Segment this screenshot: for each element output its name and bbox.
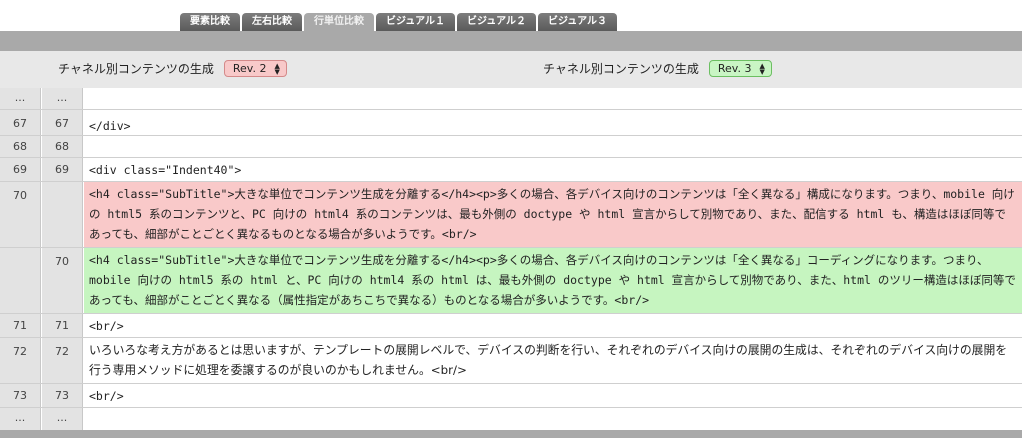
right-line-number: 72 [42, 338, 83, 383]
diff-row-removed: 70 <h4 class="SubTitle">大きな単位でコンテンツ生成を分離… [0, 182, 1022, 248]
left-line-number: ... [0, 88, 41, 109]
tab-visual-3[interactable]: ビジュアル３ [538, 13, 617, 31]
left-line-number: ... [0, 408, 41, 430]
updown-arrows-icon: ▲ ▼ [759, 61, 765, 76]
tab-visual-2[interactable]: ビジュアル２ [457, 13, 536, 31]
left-line-number: 67 [0, 110, 41, 135]
code-cell: </div> [89, 119, 131, 133]
left-line-number: 69 [0, 158, 41, 181]
tab-element-compare[interactable]: 要素比較 [180, 13, 240, 31]
right-revision-value: Rev. 3 [717, 61, 752, 75]
left-line-number: 70 [0, 182, 41, 247]
right-line-number: 67 [42, 110, 83, 135]
left-line-number: 71 [0, 314, 41, 337]
right-line-number: 73 [42, 384, 83, 407]
code-cell [84, 136, 1022, 157]
toolbar-band [0, 31, 1022, 51]
diff-row-ellipsis-top: ... ... [0, 88, 1022, 110]
right-title: チャネル別コンテンツの生成 [543, 62, 699, 76]
right-revision-select[interactable]: Rev. 3 ▲ ▼ [708, 60, 772, 77]
code-cell: いろいろな考え方があるとは思いますが、テンプレートの展開レベルで、デバイスの判断… [89, 343, 1008, 377]
updown-arrows-icon: ▲ ▼ [274, 61, 280, 76]
left-line-number: 73 [0, 384, 41, 407]
code-cell [84, 408, 1022, 430]
tab-list: 要素比較 左右比較 行単位比較 ビジュアル１ ビジュアル２ ビジュアル３ [180, 13, 617, 31]
left-revision-select[interactable]: Rev. 2 ▲ ▼ [223, 60, 287, 77]
removed-code-cell: <h4 class="SubTitle">大きな単位でコンテンツ生成を分離する<… [84, 182, 1022, 247]
bottom-bar [0, 430, 1022, 438]
added-code-cell: <h4 class="SubTitle">大きな単位でコンテンツ生成を分離する<… [84, 248, 1022, 313]
left-title: チャネル別コンテンツの生成 [58, 62, 214, 76]
code-cell: <br/> [89, 389, 124, 403]
diff-row-ellipsis-bottom: ... ... [0, 408, 1022, 430]
tab-side-by-side[interactable]: 左右比較 [242, 13, 302, 31]
diff-row: 71 71 <br/> [0, 314, 1022, 338]
right-line-number: 71 [42, 314, 83, 337]
diff-row: 72 72 いろいろな考え方があるとは思いますが、テンプレートの展開レベルで、デ… [0, 338, 1022, 384]
right-line-number [42, 182, 83, 247]
diff-row: 73 73 <br/> [0, 384, 1022, 408]
tab-bar: 要素比較 左右比較 行単位比較 ビジュアル１ ビジュアル２ ビジュアル３ [0, 0, 1022, 31]
tab-visual-1[interactable]: ビジュアル１ [376, 13, 455, 31]
diff-row: 67 67 </div> [0, 110, 1022, 136]
code-cell: <div class="Indent40"> [89, 163, 242, 177]
right-line-number: 70 [42, 248, 83, 313]
right-line-number: ... [42, 408, 83, 430]
tab-line-compare[interactable]: 行単位比較 [304, 13, 374, 31]
diff-row: 68 68 [0, 136, 1022, 158]
right-line-number: 68 [42, 136, 83, 157]
left-revision-value: Rev. 2 [232, 61, 267, 75]
left-revision-group: チャネル別コンテンツの生成 Rev. 2 ▲ ▼ [58, 60, 287, 77]
diff-row-added: 70 <h4 class="SubTitle">大きな単位でコンテンツ生成を分離… [0, 248, 1022, 314]
code-cell: <br/> [89, 319, 124, 333]
left-line-number [0, 248, 41, 313]
diff-row: 69 69 <div class="Indent40"> [0, 158, 1022, 182]
right-line-number: ... [42, 88, 83, 109]
code-cell [84, 88, 1022, 109]
revision-header: チャネル別コンテンツの生成 Rev. 2 ▲ ▼ チャネル別コンテンツの生成 Re… [0, 51, 1022, 88]
right-revision-group: チャネル別コンテンツの生成 Rev. 3 ▲ ▼ [543, 60, 772, 77]
left-line-number: 72 [0, 338, 41, 383]
right-line-number: 69 [42, 158, 83, 181]
left-line-number: 68 [0, 136, 41, 157]
